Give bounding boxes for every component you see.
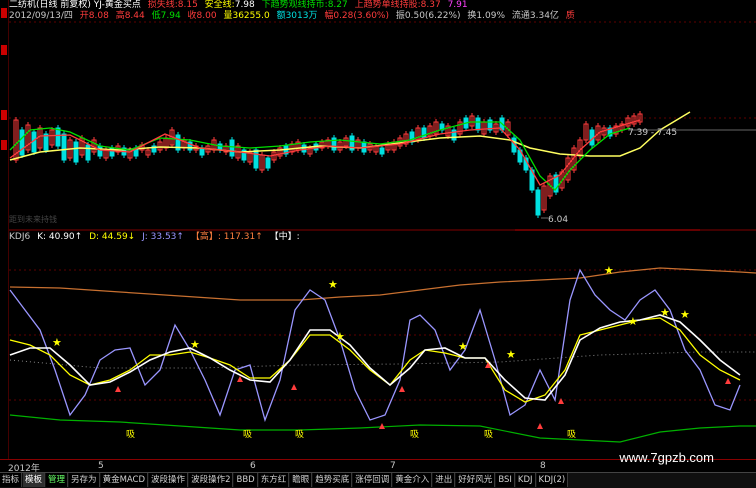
- tab-10[interactable]: 趋势买底: [313, 473, 353, 487]
- star-icon: ★: [628, 315, 638, 328]
- star-icon: ★: [190, 338, 200, 351]
- kdj-chart[interactable]: ★ ★ ★ ★ ★ ★ ★ ★ ★ ★ 吸 吸 吸 吸 吸 吸: [0, 230, 756, 460]
- up-arrow-icon: [115, 386, 121, 392]
- tab-8[interactable]: 东方红: [258, 473, 290, 487]
- tab-17[interactable]: KDJ(2): [536, 473, 569, 487]
- price-chart[interactable]: 7.39 - 7.45 6.04 距到未来持钱: [0, 0, 756, 232]
- tab-11[interactable]: 涨停回调: [353, 473, 393, 487]
- tab-12[interactable]: 黄金介入: [393, 473, 433, 487]
- low-price-label: 6.04: [548, 215, 568, 225]
- candle-body: [97, 145, 103, 157]
- star-icon: ★: [680, 308, 690, 321]
- candle-body: [253, 149, 259, 169]
- tab-2[interactable]: 管理: [46, 473, 69, 487]
- star-icon: ★: [52, 336, 62, 349]
- candle-body: [73, 141, 79, 163]
- date-month-5: 5: [98, 461, 104, 471]
- tab-1[interactable]: 模板: [23, 473, 46, 487]
- candle-body: [217, 143, 223, 151]
- candle-body: [301, 144, 307, 153]
- date-month-6: 6: [250, 461, 256, 471]
- star-icon: ★: [335, 330, 345, 343]
- buy-marker-label: 吸: [484, 429, 493, 440]
- up-arrow-icon: [291, 384, 297, 390]
- star-icon: ★: [604, 264, 614, 277]
- up-arrow-icon: [399, 386, 405, 392]
- up-arrow-icon: [537, 423, 543, 429]
- buy-marker-label: 吸: [410, 429, 419, 440]
- upper-band-line: [9, 267, 756, 301]
- star-markers: ★ ★ ★ ★ ★ ★ ★ ★ ★ ★: [52, 264, 690, 361]
- candle-body: [61, 133, 67, 161]
- sub-note: 距到未来持钱: [9, 214, 57, 224]
- up-arrow-icon: [379, 423, 385, 429]
- mid-dotted-line: [9, 351, 756, 369]
- tab-4[interactable]: 黄金MACD: [100, 473, 149, 487]
- watermark: www.7gpzb.com: [619, 450, 714, 465]
- tab-5[interactable]: 波段操作: [149, 473, 189, 487]
- tab-9[interactable]: 瞻眼: [290, 473, 313, 487]
- up-arrow-icon: [725, 378, 731, 384]
- tab-14[interactable]: 好好风光: [456, 473, 496, 487]
- candle-body: [379, 147, 385, 155]
- candle-body: [55, 127, 61, 147]
- date-month-7: 7: [390, 461, 396, 471]
- indicator-tab-bar: 指标 模板 管理 另存为 黄金MACD 波段操作 波段操作2 BBD 东方红 瞻眼 趋势买底 涨停回调…: [0, 472, 756, 488]
- candle-body: [19, 129, 25, 156]
- tab-16[interactable]: KDJ: [515, 473, 536, 487]
- candle-body: [475, 117, 481, 131]
- arrow-markers: [115, 362, 731, 429]
- up-arrow-icon: [558, 398, 564, 404]
- tab-0[interactable]: 指标: [0, 473, 23, 487]
- candlestick-series: [13, 111, 643, 218]
- buy-marker-label: 吸: [243, 429, 252, 440]
- candle-body: [229, 139, 235, 157]
- candle-body: [265, 157, 271, 169]
- candle-body: [535, 189, 541, 216]
- tab-7[interactable]: BBD: [234, 473, 258, 487]
- star-icon: ★: [458, 340, 468, 353]
- tab-15[interactable]: BSI: [496, 473, 515, 487]
- tab-13[interactable]: 进出: [433, 473, 456, 487]
- star-icon: ★: [328, 278, 338, 291]
- high-price-label: 7.39 - 7.45: [628, 128, 677, 138]
- buy-markers: 吸吸吸吸吸吸: [126, 429, 576, 440]
- buy-marker-label: 吸: [567, 429, 576, 440]
- star-icon: ★: [506, 348, 516, 361]
- candle-body: [85, 144, 91, 161]
- buy-marker-label: 吸: [126, 429, 135, 440]
- date-month-8: 8: [540, 461, 546, 471]
- tab-3[interactable]: 另存为: [69, 473, 100, 487]
- buy-marker-label: 吸: [295, 429, 304, 440]
- star-icon: ★: [660, 306, 670, 319]
- candle-body: [421, 127, 427, 139]
- tab-6[interactable]: 波段操作2: [189, 473, 234, 487]
